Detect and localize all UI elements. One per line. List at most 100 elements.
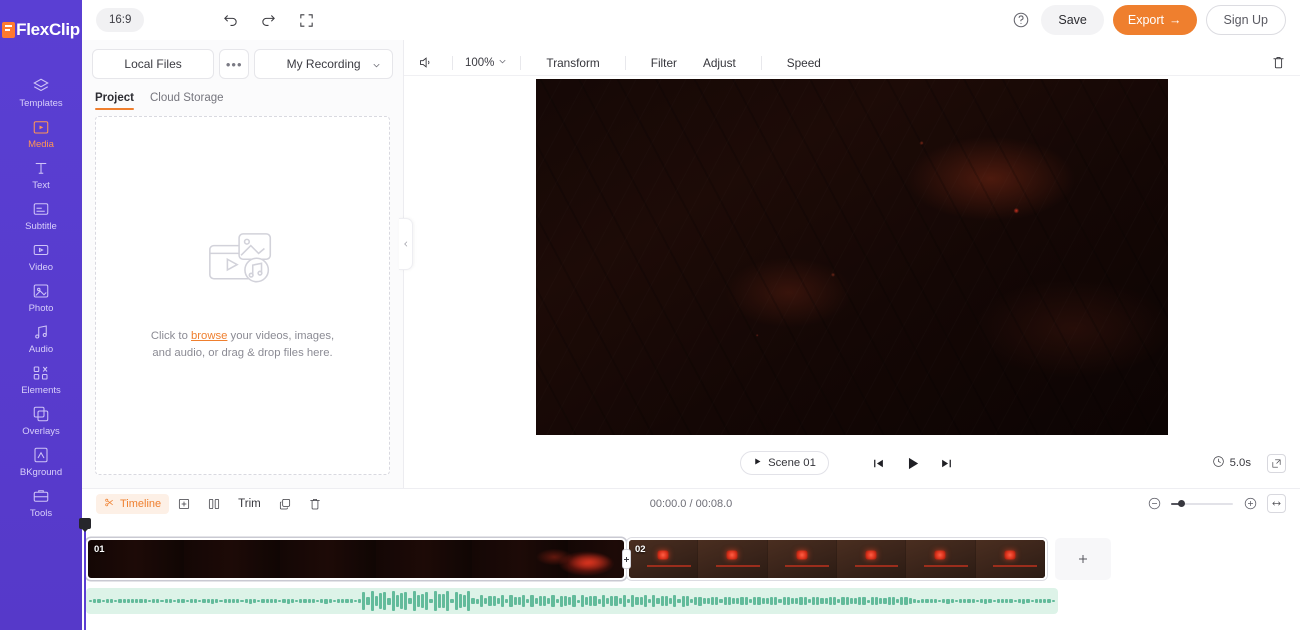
video-icon — [32, 240, 51, 259]
timecode-display: 00:00.0 / 00:08.0 — [649, 497, 733, 510]
sidebar-label: BKground — [19, 467, 63, 478]
local-files-button[interactable]: Local Files — [92, 49, 215, 79]
tools-icon — [32, 486, 51, 505]
app-name: FlexClip — [16, 20, 80, 39]
history-controls — [220, 10, 316, 30]
top-right-actions: Save Export → Sign Up — [1010, 5, 1286, 35]
video-stage — [404, 76, 1300, 438]
overlays-icon — [32, 404, 51, 423]
sidebar-label: Overlays — [22, 426, 60, 437]
split-icon[interactable] — [199, 492, 229, 516]
chevron-down-icon — [371, 60, 382, 74]
expand-icon[interactable] — [296, 10, 316, 30]
sidebar-item-overlays[interactable]: Overlays — [0, 400, 82, 441]
duplicate-icon[interactable] — [270, 492, 300, 516]
tab-cloud-storage[interactable]: Cloud Storage — [150, 92, 224, 110]
timeline-section: Timeline Trim 00:00.0 / 00:08.0 01 02 — [79, 488, 1300, 630]
play-icon[interactable] — [896, 449, 930, 477]
sidebar-label: Media — [28, 139, 54, 150]
scene-selector[interactable]: Scene 01 — [740, 451, 829, 475]
timeline-mode-badge[interactable]: Timeline — [96, 493, 170, 514]
photo-icon — [32, 281, 51, 300]
dropzone-text-before: Click to — [150, 329, 191, 342]
sidebar-item-elements[interactable]: Elements — [0, 359, 82, 400]
arrow-right-icon: → — [1169, 13, 1182, 27]
left-sidebar: FlexClip Templates Media Text Subtitle V… — [0, 0, 82, 630]
undo-icon[interactable] — [220, 10, 240, 30]
sidebar-item-bkground[interactable]: BKground — [0, 441, 82, 482]
sidebar-label: Elements — [21, 385, 61, 396]
skip-back-icon[interactable] — [862, 449, 896, 477]
audio-track[interactable] — [86, 588, 1058, 614]
sidebar-item-photo[interactable]: Photo — [0, 277, 82, 318]
sidebar-item-audio[interactable]: Audio — [0, 318, 82, 359]
timeline-clip-02[interactable]: 02 — [627, 538, 1047, 580]
app-logo[interactable]: FlexClip — [0, 10, 82, 50]
collapse-panel-handle[interactable] — [399, 218, 413, 270]
trim-button[interactable]: Trim — [229, 498, 270, 510]
media-dropzone[interactable]: Click to browse your videos, images, and… — [95, 116, 390, 475]
player-controls: Scene 01 5.0s — [404, 438, 1300, 488]
sidebar-label: Templates — [19, 98, 63, 109]
media-panel: Local Files ••• My Recording Project Clo… — [82, 40, 413, 488]
elements-icon — [32, 363, 51, 382]
editor-body: Local Files ••• My Recording Project Clo… — [82, 40, 1300, 488]
play-small-icon — [753, 457, 762, 469]
save-button[interactable]: Save — [1041, 5, 1104, 35]
speed-button[interactable]: Speed — [774, 56, 834, 70]
sidebar-label: Text — [32, 180, 50, 191]
sidebar-item-text[interactable]: Text — [0, 154, 82, 195]
media-panel-header: Local Files ••• My Recording — [82, 40, 403, 83]
audio-note-icon — [32, 322, 51, 341]
fit-screen-icon[interactable] — [1267, 453, 1286, 473]
playhead[interactable] — [79, 518, 91, 630]
tab-project[interactable]: Project — [95, 92, 134, 110]
question-circle-icon[interactable] — [1010, 9, 1032, 31]
scene-label: Scene 01 — [768, 457, 816, 469]
video-track: 01 02 — [86, 538, 1111, 580]
export-button[interactable]: Export → — [1112, 5, 1197, 35]
preview-area: 100% Transform Filter Adjust Speed Scene… — [404, 40, 1300, 488]
sidebar-item-media[interactable]: Media — [0, 113, 82, 154]
add-box-icon[interactable] — [169, 492, 199, 516]
upload-media-icon — [204, 230, 282, 294]
skip-forward-icon[interactable] — [930, 449, 964, 477]
timeline-zoom-slider[interactable] — [1171, 497, 1233, 511]
trash-icon[interactable] — [300, 492, 330, 516]
clip-thumbnails — [629, 540, 1045, 578]
minus-circle-icon[interactable] — [1146, 496, 1162, 512]
my-recording-select[interactable]: My Recording — [254, 49, 394, 79]
filter-button[interactable]: Filter — [638, 56, 690, 70]
aspect-ratio-button[interactable]: 16:9 — [96, 8, 145, 32]
fit-width-icon[interactable] — [1267, 494, 1286, 513]
clock-icon — [1212, 455, 1225, 471]
transform-button[interactable]: Transform — [533, 56, 612, 70]
trim-handle[interactable] — [622, 549, 631, 569]
duration-display[interactable]: 5.0s — [1212, 455, 1251, 471]
plus-circle-icon[interactable] — [1242, 496, 1258, 512]
preview-zoom-select[interactable]: 100% — [465, 56, 508, 70]
timeline-tracks: 01 02 — [79, 518, 1300, 630]
sidebar-label: Subtitle — [25, 221, 57, 232]
slider-knob[interactable] — [1178, 500, 1185, 507]
signup-button[interactable]: Sign Up — [1205, 5, 1286, 35]
video-preview[interactable] — [536, 79, 1168, 435]
adjust-button[interactable]: Adjust — [690, 56, 749, 70]
clip-number: 01 — [94, 544, 105, 555]
sidebar-item-subtitle[interactable]: Subtitle — [0, 195, 82, 236]
sidebar-item-templates[interactable]: Templates — [0, 72, 82, 113]
browse-link[interactable]: browse — [191, 330, 227, 342]
trash-icon[interactable] — [1271, 55, 1286, 70]
sidebar-item-video[interactable]: Video — [0, 236, 82, 277]
dropzone-text: Click to browse your videos, images, and… — [143, 328, 343, 362]
divider — [452, 55, 453, 70]
add-clip-button[interactable] — [1055, 538, 1111, 580]
more-options-icon[interactable]: ••• — [219, 49, 250, 79]
timeline-clip-01[interactable]: 01 — [86, 538, 626, 580]
sidebar-label: Audio — [28, 344, 54, 355]
redo-icon[interactable] — [258, 10, 278, 30]
timeline-toolbar: Timeline Trim 00:00.0 / 00:08.0 — [82, 489, 1300, 518]
speaker-icon[interactable] — [418, 53, 440, 73]
sidebar-item-tools[interactable]: Tools — [0, 482, 82, 523]
timeline-zoom-controls — [1146, 494, 1286, 513]
